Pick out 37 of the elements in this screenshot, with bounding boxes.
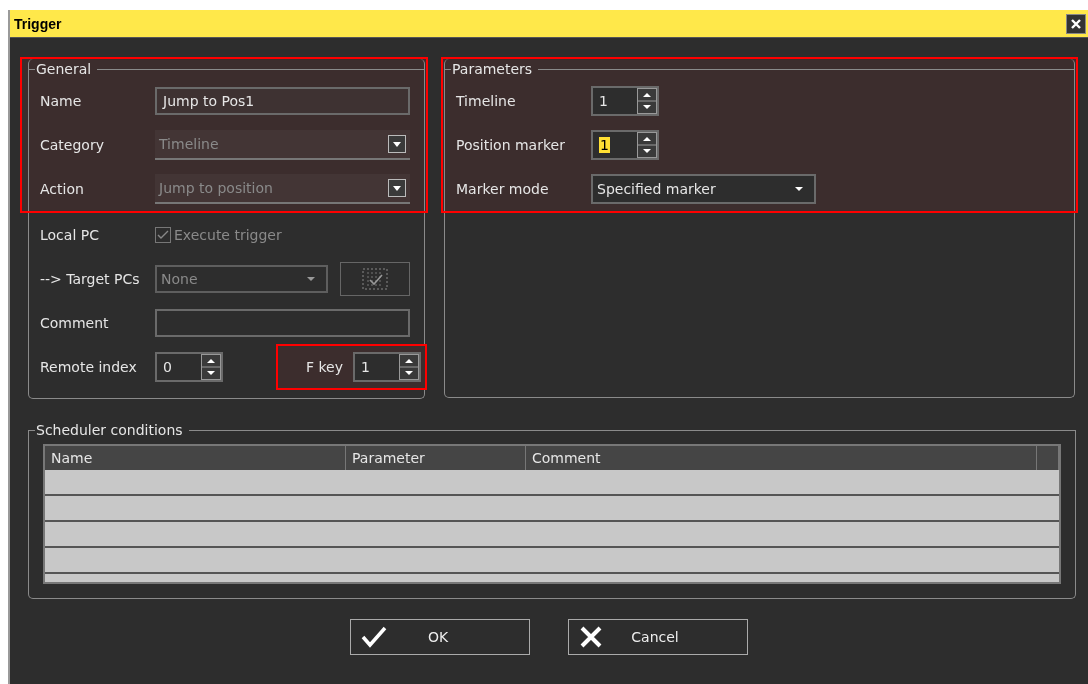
spin-arrows-icon bbox=[201, 354, 221, 380]
grid-check-icon bbox=[362, 268, 389, 290]
window-title: Trigger bbox=[14, 15, 62, 32]
field-label: Name bbox=[40, 93, 83, 109]
number-spinner[interactable]: 1 bbox=[591, 86, 659, 116]
ok-button[interactable]: OK bbox=[350, 619, 530, 655]
dropdown[interactable]: Specified marker bbox=[591, 174, 816, 204]
caret-icon bbox=[306, 276, 317, 282]
field-label: Category bbox=[40, 137, 105, 153]
close-icon bbox=[1070, 17, 1082, 30]
group-title: Scheduler conditions bbox=[35, 422, 184, 438]
field-label: Remote index bbox=[40, 359, 138, 375]
text-field[interactable]: Jump to Pos1 bbox=[155, 87, 410, 115]
field-label: Position marker bbox=[456, 137, 566, 153]
field-label: Marker mode bbox=[456, 181, 550, 197]
text-field[interactable] bbox=[155, 309, 410, 337]
checkbox-tick-icon bbox=[155, 227, 171, 243]
cancel-button[interactable]: Cancel bbox=[568, 619, 748, 655]
close-button[interactable] bbox=[1066, 13, 1086, 34]
group-title: General bbox=[35, 61, 93, 77]
number-spinner[interactable]: 1 bbox=[353, 352, 421, 382]
number-spinner[interactable]: 1 bbox=[591, 130, 659, 160]
field-label: Comment bbox=[40, 315, 110, 331]
field-label: F key bbox=[306, 359, 343, 375]
field-label: Local PC bbox=[40, 227, 100, 243]
number-spinner[interactable]: 0 bbox=[155, 352, 223, 382]
select-button[interactable] bbox=[340, 262, 410, 296]
spin-arrows-icon bbox=[637, 88, 657, 114]
group-title: Parameters bbox=[451, 61, 534, 77]
caret-icon bbox=[794, 186, 804, 192]
field-label: --> Target PCs bbox=[40, 271, 141, 287]
checkmark-icon bbox=[361, 626, 387, 648]
close-icon bbox=[579, 626, 603, 648]
field-label: Action bbox=[40, 181, 85, 197]
spin-arrows-icon bbox=[399, 354, 419, 380]
spin-arrows-icon bbox=[637, 132, 657, 158]
field-label: Timeline bbox=[456, 93, 517, 109]
